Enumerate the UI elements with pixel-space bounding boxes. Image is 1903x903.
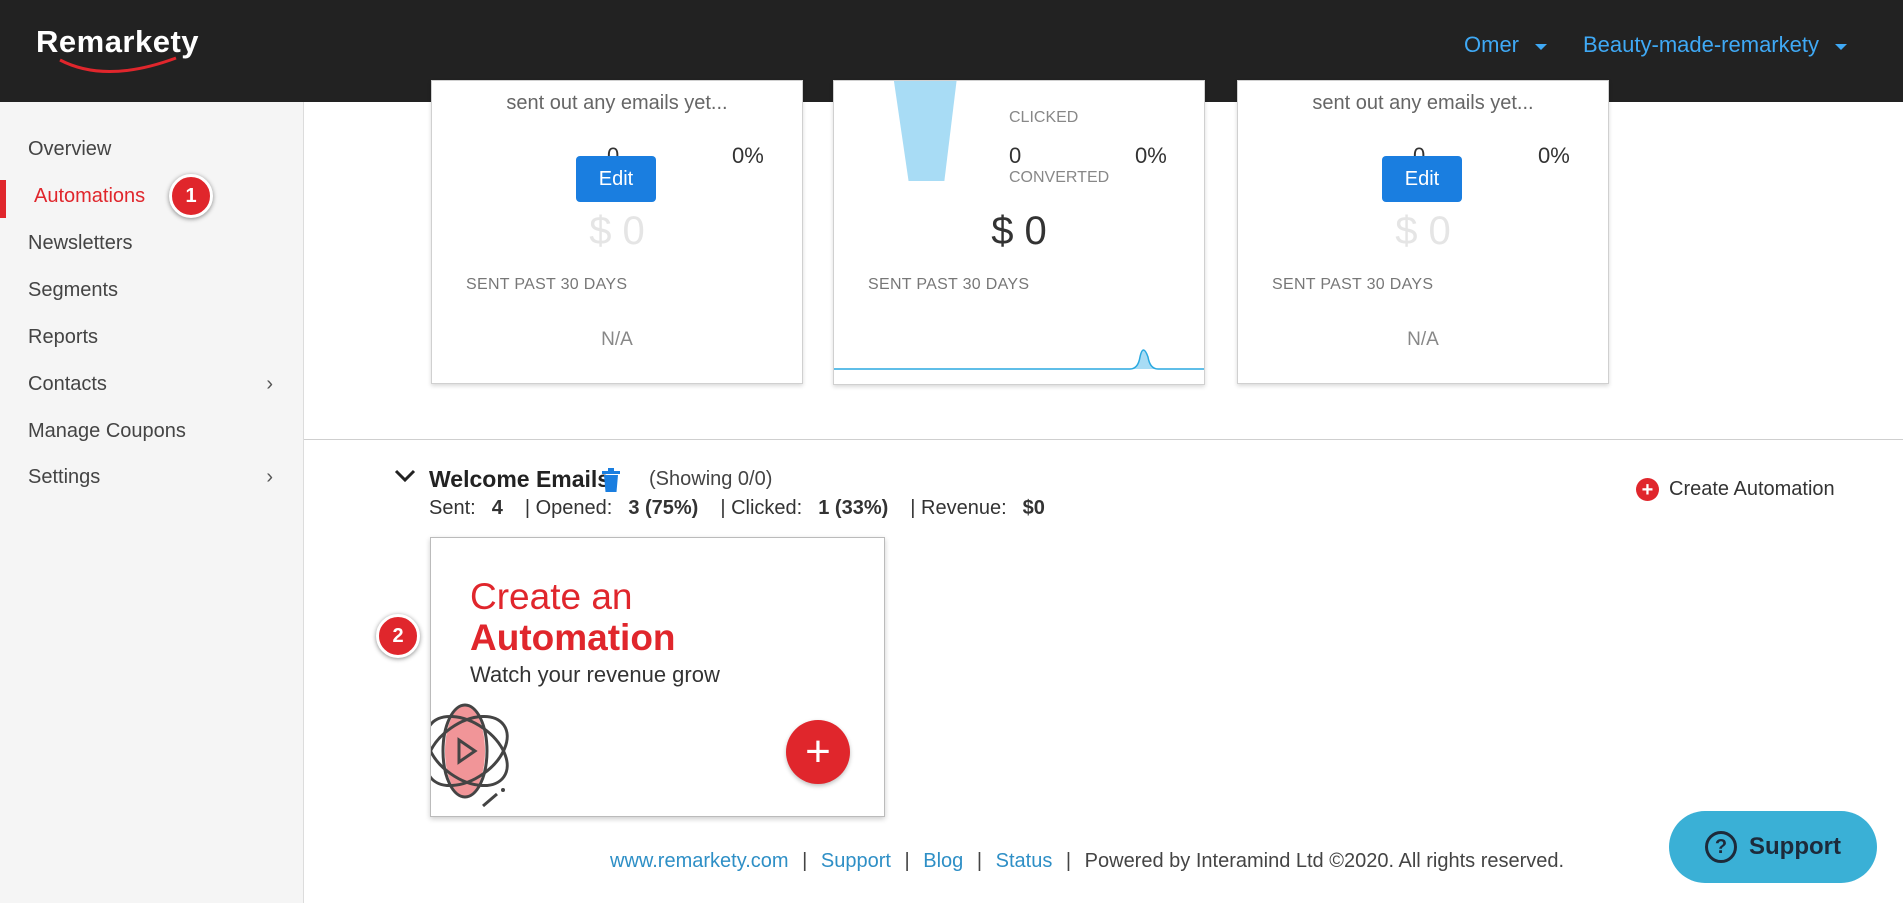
store-menu-label: Beauty-made-remarkety: [1583, 32, 1819, 57]
sidebar-item-overview[interactable]: Overview: [28, 138, 111, 161]
showing-count: (Showing 0/0): [649, 468, 773, 490]
sent-past-30-label: SENT PAST 30 DAYS: [1272, 276, 1434, 293]
logo-swoosh-icon: [59, 56, 177, 73]
atom-play-icon: [431, 703, 509, 808]
trash-icon[interactable]: [601, 468, 621, 492]
create-automation-link[interactable]: + Create Automation: [1636, 478, 1835, 501]
faded-pct: 0%: [1538, 143, 1570, 168]
funnel-icon: [893, 81, 957, 181]
plus-circle-icon: +: [1636, 478, 1659, 501]
store-menu-dropdown[interactable]: Beauty-made-remarkety: [1583, 32, 1847, 58]
edit-button[interactable]: Edit: [576, 156, 656, 202]
step-badge-2: 2: [376, 614, 420, 658]
sparkline-chart: [834, 349, 1204, 370]
edit-button[interactable]: Edit: [1382, 156, 1462, 202]
caret-down-icon: [1834, 43, 1847, 50]
sidebar-item-segments[interactable]: Segments: [28, 279, 118, 302]
user-menu-label: Omer: [1464, 32, 1519, 57]
revenue-value: $0: [1022, 497, 1045, 519]
sent-value: N/A: [1407, 329, 1439, 350]
footer: www.remarkety.com | Support | Blog | Sta…: [610, 850, 1564, 873]
sent-value: 4: [491, 497, 503, 519]
caret-down-icon: [1535, 43, 1547, 50]
faded-revenue: $ 0: [589, 209, 645, 253]
faded-revenue: $ 0: [1395, 209, 1451, 253]
faded-pct: 0%: [732, 143, 764, 168]
clicked-label: | Clicked:: [720, 497, 803, 519]
add-automation-button[interactable]: +: [786, 720, 850, 784]
opened-label: | Opened:: [524, 497, 613, 519]
revenue-value: $ 0: [991, 209, 1047, 253]
sidebar-item-manage-coupons[interactable]: Manage Coupons: [28, 420, 186, 443]
sent-past-30-label: SENT PAST 30 DAYS: [868, 276, 1030, 293]
card-empty-text: sent out any emails yet...: [506, 92, 728, 114]
card-empty-text: sent out any emails yet...: [1312, 92, 1534, 114]
sidebar-active-indicator: [0, 180, 6, 218]
create-card-line2: Automation: [470, 617, 676, 658]
converted-pct: 0%: [1135, 143, 1167, 168]
chevron-right-icon[interactable]: ›: [266, 373, 273, 396]
question-icon: ?: [1705, 831, 1737, 863]
automation-card: CLICKED 0 0% CONVERTED $ 0 SENT PAST 30 …: [833, 80, 1205, 385]
footer-link-blog[interactable]: Blog: [923, 850, 963, 872]
footer-copyright: Powered by Interamind Ltd ©2020. All rig…: [1084, 850, 1565, 872]
revenue-label: | Revenue:: [910, 497, 1007, 519]
chevron-down-icon[interactable]: [394, 468, 416, 484]
create-automation-label: Create Automation: [1669, 478, 1835, 500]
sidebar-item-contacts[interactable]: Contacts: [28, 373, 107, 396]
automation-card: sent out any emails yet... 0 0% Edit $ 0…: [431, 80, 803, 384]
sidebar: Overview Automations 1 Newsletters Segme…: [0, 102, 304, 903]
sidebar-item-reports[interactable]: Reports: [28, 326, 98, 349]
footer-link-support[interactable]: Support: [821, 850, 891, 872]
user-menu-dropdown[interactable]: Omer: [1464, 32, 1547, 58]
create-automation-card[interactable]: Create an Automation Watch your revenue …: [430, 537, 885, 817]
create-card-subtitle: Watch your revenue grow: [470, 662, 720, 687]
opened-value: 3 (75%): [628, 497, 699, 519]
footer-separator: |: [802, 850, 808, 872]
clicked-value: 1 (33%): [818, 497, 889, 519]
support-button[interactable]: ? Support: [1669, 811, 1877, 883]
step-badge-1: 1: [169, 174, 213, 218]
support-button-label: Support: [1749, 833, 1841, 860]
remarkety-logo[interactable]: Remarkety: [36, 22, 206, 78]
section-title: Welcome Emails: [429, 466, 611, 492]
sent-past-30-label: SENT PAST 30 DAYS: [466, 276, 628, 293]
automation-card: sent out any emails yet... 0 0% Edit $ 0…: [1237, 80, 1609, 384]
footer-separator: |: [976, 850, 983, 872]
footer-separator: |: [904, 850, 910, 872]
create-card-line1: Create an: [470, 576, 633, 617]
section-divider: [304, 439, 1903, 440]
clicked-label: CLICKED: [1009, 109, 1079, 126]
sent-value: N/A: [601, 329, 633, 350]
footer-link-status[interactable]: Status: [996, 850, 1053, 872]
sidebar-item-settings[interactable]: Settings: [28, 466, 100, 489]
sent-label: Sent:: [429, 497, 476, 519]
section-stats: Sent: 4 | Opened: 3 (75%) | Clicked: 1 (…: [429, 497, 1067, 520]
converted-label: CONVERTED: [1009, 169, 1110, 186]
sidebar-item-automations[interactable]: Automations: [34, 185, 145, 208]
footer-link-website[interactable]: www.remarkety.com: [610, 850, 789, 872]
chevron-right-icon[interactable]: ›: [266, 466, 273, 489]
converted-count: 0: [1009, 143, 1022, 168]
sidebar-item-newsletters[interactable]: Newsletters: [28, 232, 132, 255]
footer-separator: |: [1065, 850, 1072, 872]
